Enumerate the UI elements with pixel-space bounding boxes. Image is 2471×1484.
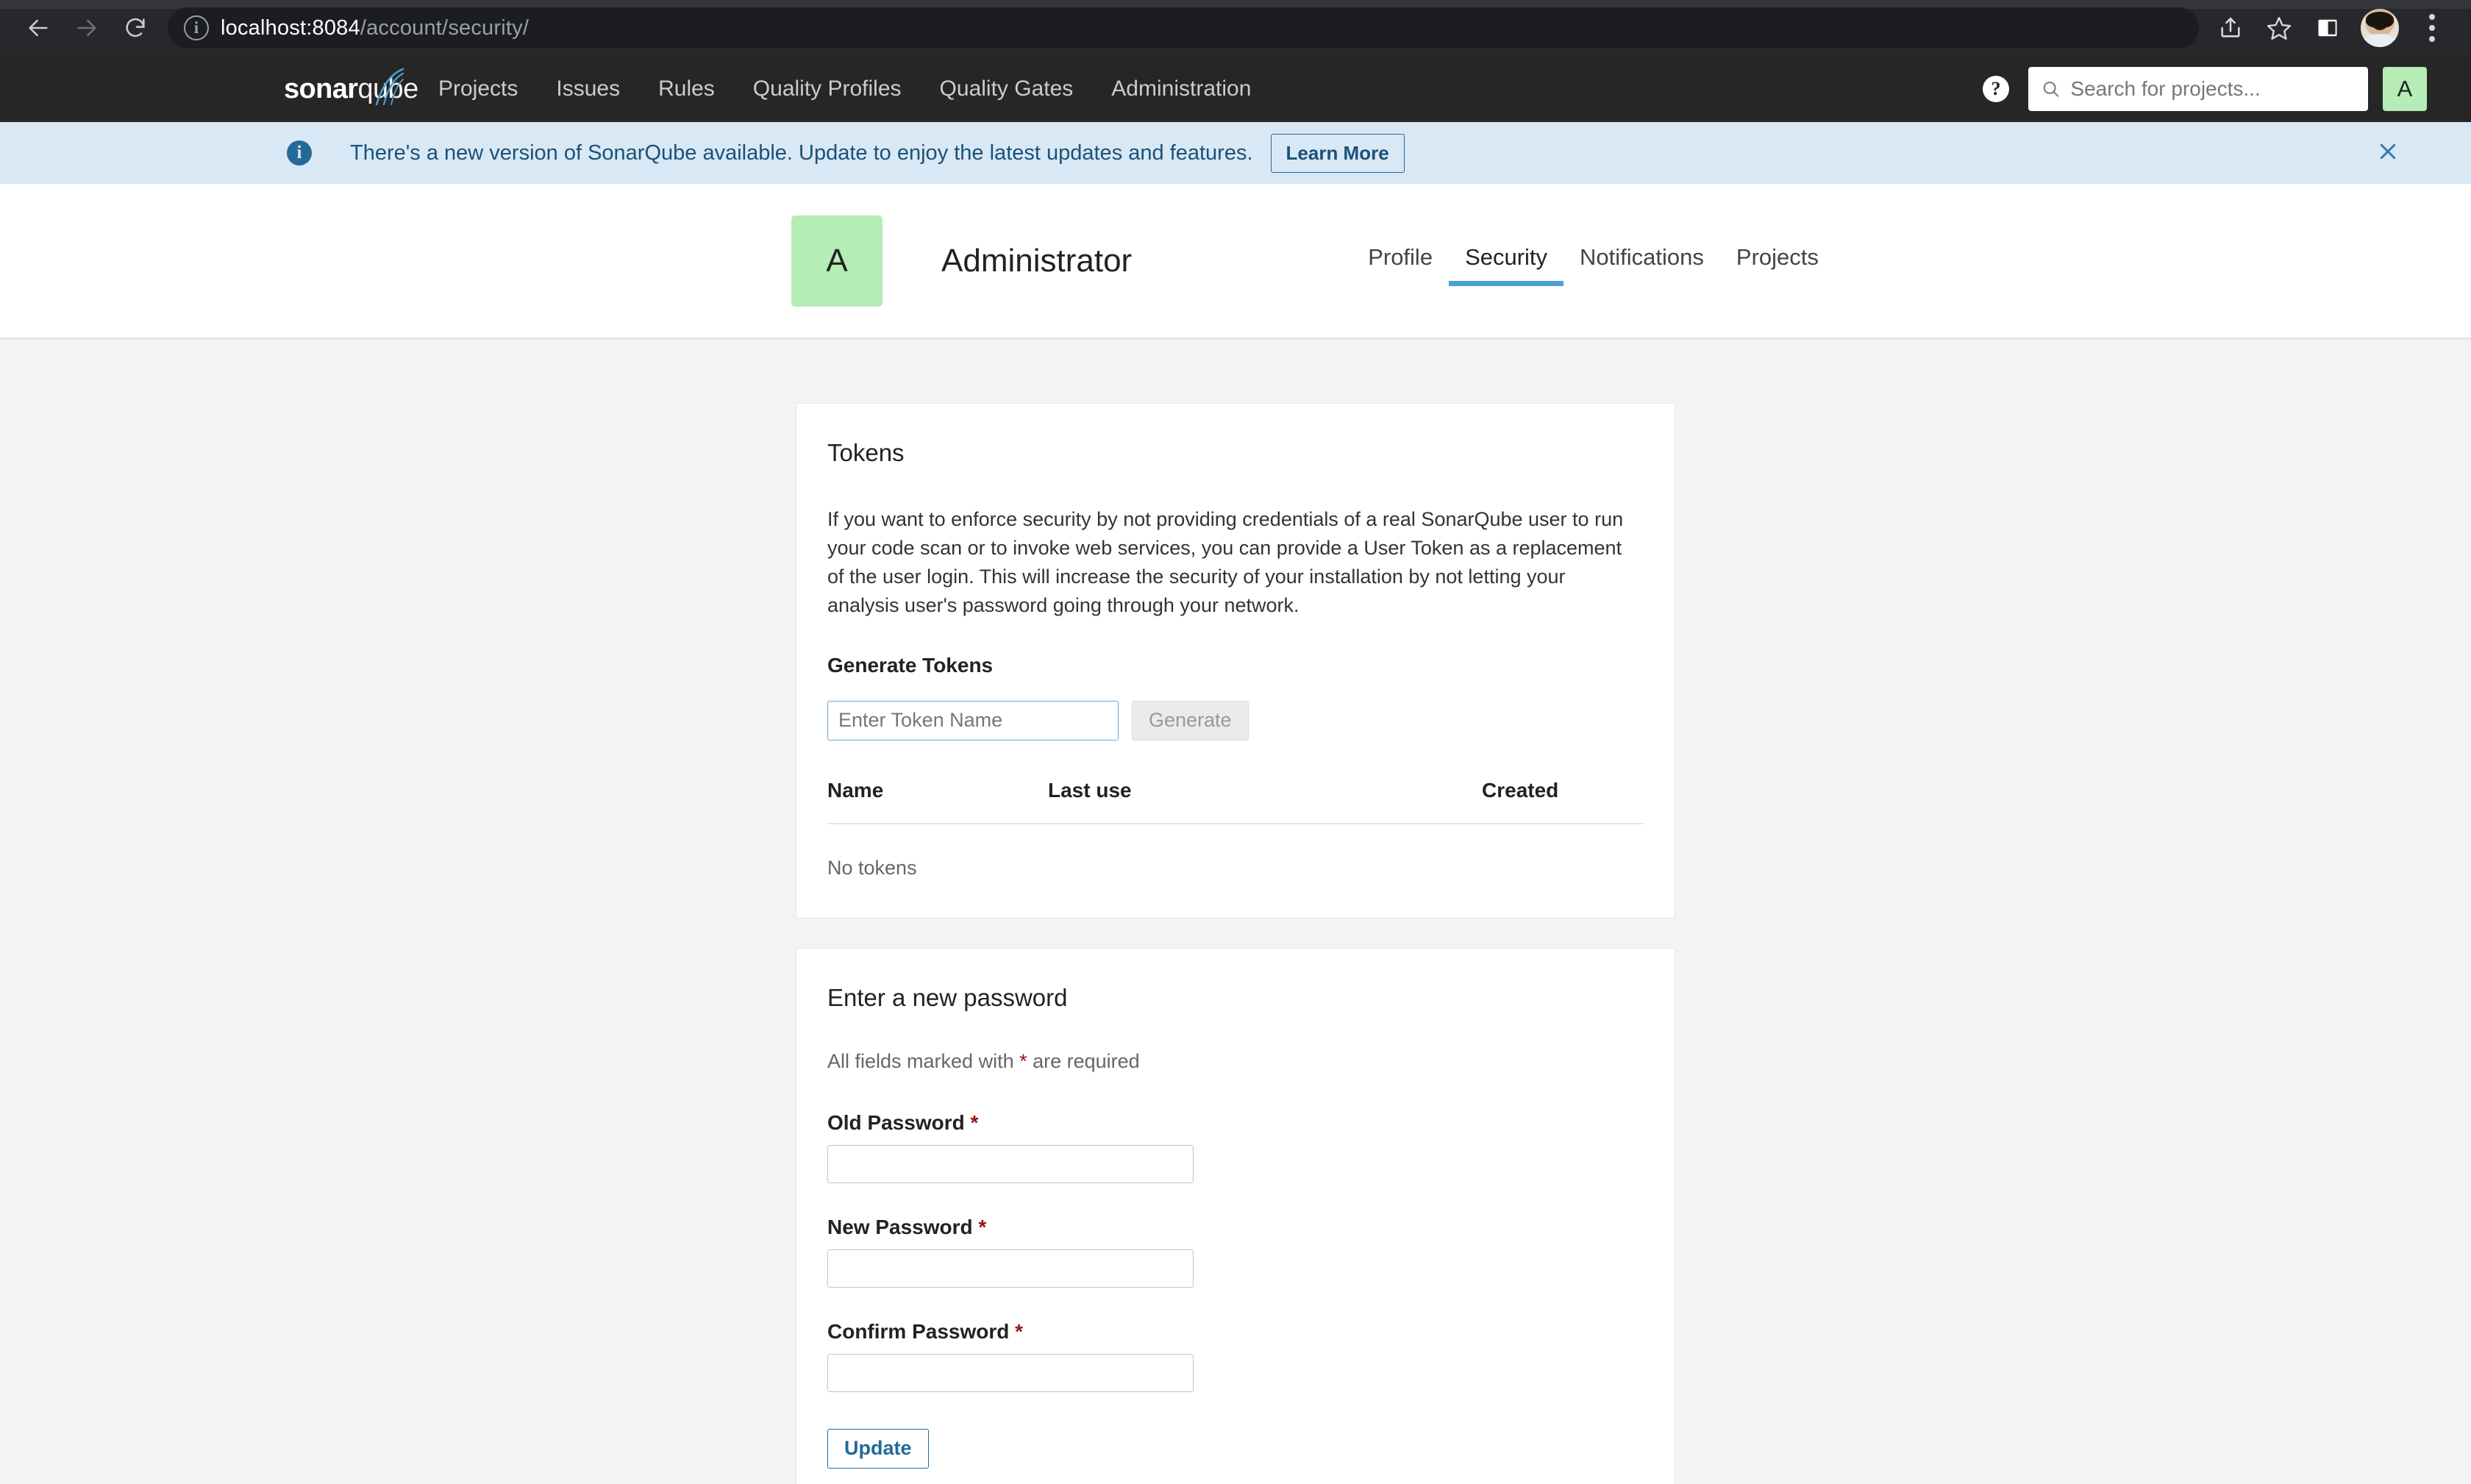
confirm-password-label: Confirm Password * [827,1320,1644,1344]
new-password-required-star: * [978,1215,987,1238]
confirm-password-label-text: Confirm Password [827,1319,1010,1343]
nav-item-rules[interactable]: Rules [639,56,734,122]
search-icon [2043,81,2059,97]
sonarqube-top-navigation: sonarqube Projects Issues Rules Quality … [0,56,2471,122]
old-password-field[interactable] [827,1144,1194,1183]
tokens-table: Name Last use Created No tokens [827,778,1644,885]
browser-chrome: i localhost:8084/account/security/ [0,0,2471,56]
banner-message: There's a new version of SonarQube avail… [350,140,1253,165]
required-note-prefix: All fields marked with [827,1049,1020,1072]
confirm-password-required-star: * [1015,1319,1024,1343]
confirm-password-field[interactable] [827,1353,1194,1392]
tab-notifications[interactable]: Notifications [1563,244,1720,286]
tab-security[interactable]: Security [1449,244,1564,286]
old-password-label-text: Old Password [827,1110,965,1134]
tab-projects[interactable]: Projects [1720,244,1835,286]
url-path: /account/security/ [360,15,530,40]
user-menu-avatar[interactable]: A [2383,67,2427,111]
new-password-field[interactable] [827,1249,1194,1288]
required-asterisk: * [1019,1049,1027,1072]
new-password-label: New Password * [827,1216,1644,1239]
info-icon[interactable]: i [184,15,209,40]
share-icon[interactable] [2209,7,2252,49]
tokens-card-description: If you want to enforce security by not p… [827,508,1624,616]
column-header-name: Name [827,778,1048,824]
back-arrow-icon[interactable] [18,7,59,49]
logo-arc-icon [375,68,404,106]
nav-item-issues[interactable]: Issues [537,56,639,122]
generate-token-row: Generate [827,700,1644,741]
table-row: No tokens [827,824,1644,885]
account-tabs: Profile Security Notifications Projects [1352,235,1835,286]
close-icon[interactable] [2377,138,2436,168]
old-password-label: Old Password * [827,1111,1644,1135]
page-title: Administrator [941,242,1133,279]
nav-item-quality-gates[interactable]: Quality Gates [921,56,1093,122]
required-note-suffix: are required [1027,1049,1140,1072]
browser-navigation-buttons [18,7,156,49]
side-panel-icon[interactable] [2306,7,2349,49]
browser-toolbar-right [2209,7,2453,49]
forward-arrow-icon[interactable] [66,7,107,49]
password-card-title: Enter a new password [827,983,1068,1011]
sonarqube-nav-right: ? A [1983,67,2449,111]
required-fields-note: All fields marked with * are required [827,1050,1644,1073]
avatar: A [791,215,883,307]
new-password-label-text: New Password [827,1215,973,1238]
update-notification-banner: i There's a new version of SonarQube ava… [0,122,2471,184]
nav-item-quality-profiles[interactable]: Quality Profiles [734,56,921,122]
generate-button[interactable]: Generate [1132,700,1249,741]
learn-more-button[interactable]: Learn More [1270,133,1405,173]
tokens-empty-message: No tokens [827,856,917,879]
info-circle-icon: i [287,140,312,165]
generate-tokens-label: Generate Tokens [827,653,994,677]
kebab-menu-icon[interactable] [2411,7,2453,49]
account-profile-header: A Administrator Profile Security Notific… [0,184,2471,340]
tokens-card-title: Tokens [827,439,905,466]
password-card: Enter a new password All fields marked w… [796,947,1675,1484]
column-header-last-use: Last use [1048,778,1482,824]
token-name-input[interactable] [827,700,1119,741]
reload-icon[interactable] [115,7,156,49]
profile-avatar-icon[interactable] [2361,9,2399,47]
table-header-row: Name Last use Created [827,778,1644,824]
update-password-button[interactable]: Update [827,1428,929,1469]
url-host: localhost:8084 [221,15,360,40]
tab-profile[interactable]: Profile [1352,244,1449,286]
search-input[interactable] [2070,77,2355,101]
star-icon[interactable] [2258,7,2300,49]
column-header-created: Created [1482,778,1644,824]
logo-bold-part: sonar [284,74,358,104]
tokens-card: Tokens If you want to enforce security b… [796,403,1675,918]
address-bar[interactable]: i localhost:8084/account/security/ [168,7,2199,49]
address-bar-url: localhost:8084/account/security/ [221,16,529,40]
project-search-box[interactable] [2028,67,2368,111]
sonarqube-logo[interactable]: sonarqube [284,56,418,122]
page-body: Tokens If you want to enforce security b… [0,340,2471,1484]
nav-item-projects[interactable]: Projects [419,56,537,122]
old-password-required-star: * [970,1110,979,1134]
nav-item-administration[interactable]: Administration [1092,56,1270,122]
help-question-icon[interactable]: ? [1983,76,2009,102]
sonarqube-menu: Projects Issues Rules Quality Profiles Q… [419,56,1270,122]
